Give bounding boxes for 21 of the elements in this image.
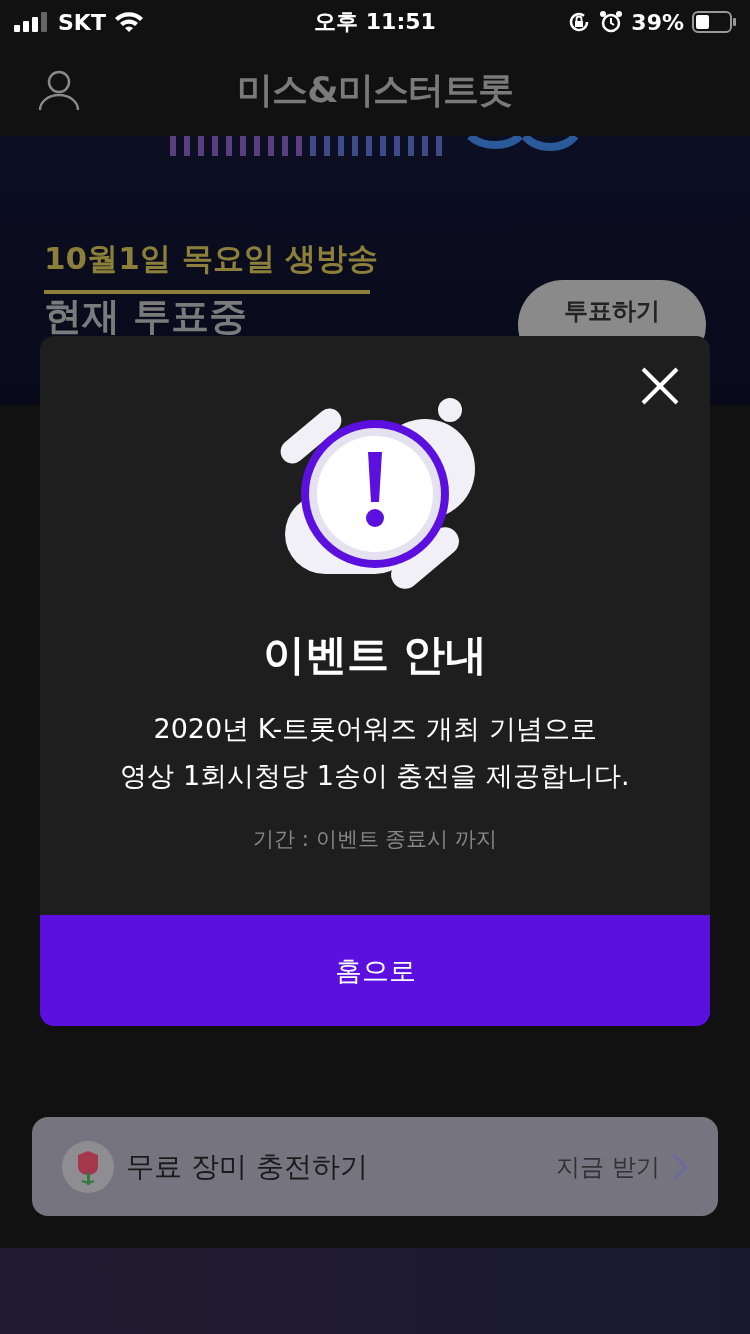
- rose-icon: [62, 1140, 114, 1193]
- home-button[interactable]: 홈으로: [40, 915, 710, 1026]
- promo-label: 무료 장미 충전하기: [126, 1148, 369, 1185]
- alarm-icon: [599, 10, 624, 34]
- get-now-link[interactable]: 지금 받기: [556, 1150, 660, 1183]
- signal-icon: [14, 12, 50, 32]
- event-period: 기간 : 이벤트 종료시 까지: [253, 826, 497, 853]
- close-icon[interactable]: [640, 366, 680, 406]
- wifi-icon: [113, 11, 144, 33]
- dialog-title: 이벤트 안내: [262, 629, 488, 681]
- carrier-name: SKT: [58, 9, 106, 35]
- chevron-right-icon: [672, 1152, 688, 1181]
- dialog-message: 2020년 K-트롯어워즈 개최 기념으로 영상 1회시청당 1송이 충전을 제공합니다.: [120, 712, 630, 793]
- profile-icon[interactable]: [38, 69, 80, 111]
- app-logo: 미스&미스터트롯: [237, 67, 513, 112]
- battery-percent: 39%: [631, 9, 684, 35]
- voting-status: 현재 투표중: [44, 294, 248, 338]
- free-rose-banner[interactable]: 무료 장미 충전하기 지금 받기: [32, 1117, 718, 1216]
- clock-time: 오후 11:51: [314, 8, 436, 36]
- battery-icon: [692, 11, 736, 33]
- broadcast-date: 10월1일 목요일 생방송: [44, 239, 379, 278]
